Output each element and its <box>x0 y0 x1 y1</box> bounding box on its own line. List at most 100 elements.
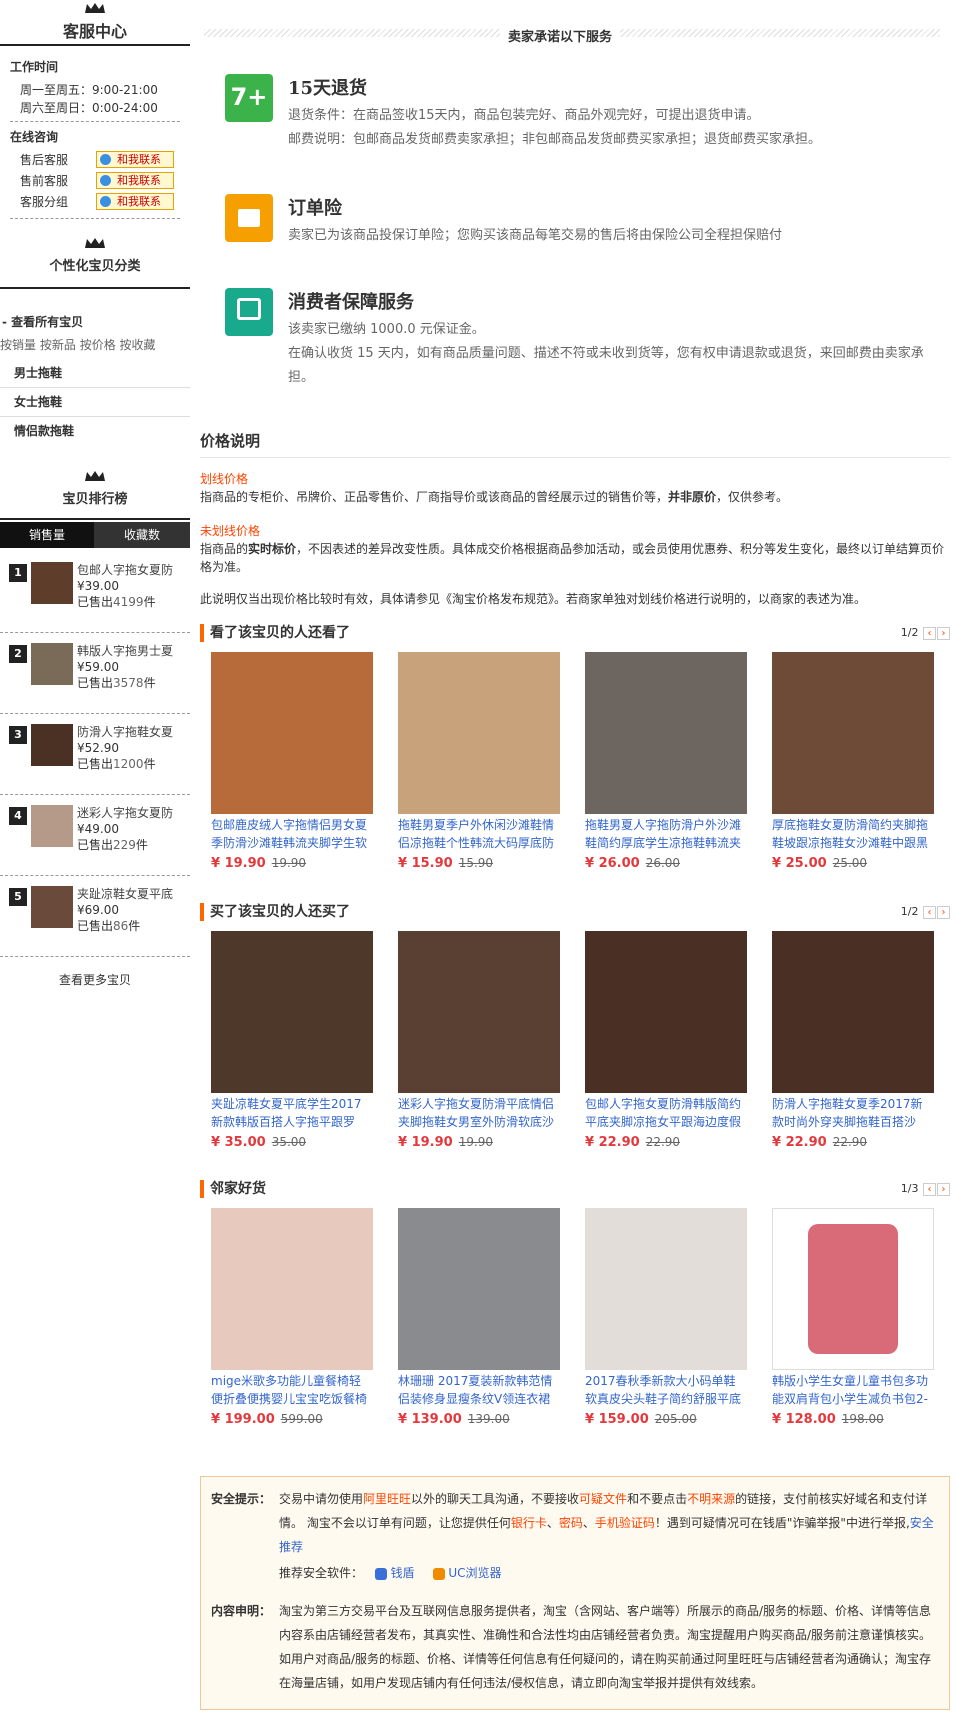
more-items-link[interactable]: 查看更多宝贝 <box>0 957 190 988</box>
page-indicator: 1/2 <box>900 626 919 639</box>
rank-item-title[interactable]: 防滑人字拖鞋女夏 <box>77 724 187 740</box>
original-price: 139.00 <box>467 1412 510 1426</box>
product-name[interactable]: 厚底拖鞋女夏防滑简约夹脚拖鞋坡跟凉拖鞋女沙滩鞋中跟黑 <box>772 816 934 852</box>
product-card[interactable]: 拖鞋男夏人字拖防滑户外沙滩鞋简约厚底学生凉拖鞋韩流夹 ¥ 26.00 26.00 <box>585 652 747 871</box>
product-price: ¥ 25.00 25.00 <box>772 856 934 871</box>
rank-item-title[interactable]: 韩版人字拖男士夏 <box>77 643 187 659</box>
sort-new-link[interactable]: 按新品 <box>40 338 76 352</box>
rank-item[interactable]: 1 包邮人字拖女夏防 ¥39.00 已售出4199件 <box>0 552 190 633</box>
work-time: 周一至周五：9:00-21:00 周六至周日：0:00-24:00 <box>0 75 190 117</box>
product-name[interactable]: mige米歌多功能儿童餐椅轻便折叠便携婴儿宝宝吃饭餐椅幼 <box>211 1372 373 1408</box>
product-price: ¥ 22.90 22.90 <box>585 1135 747 1150</box>
tip-separator: 、 <box>582 1516 595 1530</box>
product-image[interactable] <box>211 1208 373 1370</box>
product-image[interactable] <box>211 652 373 814</box>
product-card[interactable]: 林珊珊 2017夏装新款韩范情侣装修身显瘦条纹V领连衣裙 ¥ 139.00 139… <box>398 1208 560 1427</box>
current-price: ¥ 19.90 <box>211 856 266 871</box>
rank-item-title[interactable]: 包邮人字拖女夏防 <box>77 562 187 578</box>
category-item-men[interactable]: 男士拖鞋 <box>0 359 190 388</box>
sort-price-link[interactable]: 按价格 <box>80 338 116 352</box>
product-card[interactable]: 迷彩人字拖女夏防滑平底情侣夹脚拖鞋女男室外防滑软底沙 ¥ 19.90 19.90 <box>398 931 560 1150</box>
uc-browser-link[interactable]: UC浏览器 <box>448 1566 501 1580</box>
product-card[interactable]: 防滑人字拖鞋女夏季2017新款时尚外穿夹脚拖鞋百搭沙 ¥ 22.90 22.90 <box>772 931 934 1150</box>
product-image[interactable] <box>211 931 373 1093</box>
product-name[interactable]: 夹趾凉鞋女夏平底学生2017新款韩版百搭人字拖平跟罗 <box>211 1095 373 1131</box>
product-image[interactable] <box>398 652 560 814</box>
next-page-icon[interactable]: › <box>937 1182 950 1196</box>
cs-header: 客服中心 <box>0 0 190 44</box>
product-card[interactable]: 厚底拖鞋女夏防滑简约夹脚拖鞋坡跟凉拖鞋女沙滩鞋中跟黑 ¥ 25.00 25.00 <box>772 652 934 871</box>
product-name[interactable]: 林珊珊 2017夏装新款韩范情侣装修身显瘦条纹V领连衣裙 <box>398 1372 560 1408</box>
service-line: 退货条件：在商品签收15天内，商品包装完好、商品外观完好，可提出退货申请。 <box>288 108 760 123</box>
product-name[interactable]: 拖鞋男夏季户外休闲沙滩鞋情侣凉拖鞋个性韩流大码厚底防 <box>398 816 560 852</box>
page-indicator: 1/2 <box>900 905 919 918</box>
product-card[interactable]: mige米歌多功能儿童餐椅轻便折叠便携婴儿宝宝吃饭餐椅幼 ¥ 199.00 599… <box>211 1208 373 1427</box>
rank-item-sold: 已售出86件 <box>77 918 187 934</box>
category-list: 男士拖鞋 女士拖鞋 情侣款拖鞋 <box>0 359 190 446</box>
insurance-icon <box>225 194 273 242</box>
product-name[interactable]: 防滑人字拖鞋女夏季2017新款时尚外穿夹脚拖鞋百搭沙 <box>772 1095 934 1131</box>
prev-page-icon[interactable]: ‹ <box>923 905 936 919</box>
product-name[interactable]: 包邮鹿皮绒人字拖情侣男女夏季防滑沙滩鞋韩流夹脚学生软 <box>211 816 373 852</box>
section-title: 邻家好货 <box>200 1178 950 1200</box>
all-items-link[interactable]: - 查看所有宝贝 <box>0 289 190 330</box>
product-card[interactable]: 韩版小学生女童儿童书包多功能双肩背包小学生减负书包2- ¥ 128.00 198.… <box>772 1208 934 1427</box>
rank-item[interactable]: 5 夹趾凉鞋女夏平底 ¥69.00 已售出86件 <box>0 876 190 957</box>
safety-tip: 安全提示： 交易中请勿使用阿里旺旺以外的聊天工具沟通，不要接收可疑文件和不要点击… <box>211 1487 939 1559</box>
product-card[interactable]: 包邮人字拖女夏防滑韩版简约平底夹脚凉拖女平跟海边度假 ¥ 22.90 22.90 <box>585 931 747 1150</box>
product-card[interactable]: 2017春秋季新款大小码单鞋软真皮尖头鞋子简约舒服平底小 ¥ 159.00 205… <box>585 1208 747 1427</box>
category-item-couple[interactable]: 情侣款拖鞋 <box>0 417 190 446</box>
next-page-icon[interactable]: › <box>937 626 950 640</box>
prev-page-icon[interactable]: ‹ <box>923 626 936 640</box>
product-image[interactable] <box>585 1208 747 1370</box>
product-image[interactable] <box>398 931 560 1093</box>
product-name[interactable]: 包邮人字拖女夏防滑韩版简约平底夹脚凉拖女平跟海边度假 <box>585 1095 747 1131</box>
product-name[interactable]: 迷彩人字拖女夏防滑平底情侣夹脚拖鞋女男室外防滑软底沙 <box>398 1095 560 1131</box>
note-text: 指商品的 <box>200 542 249 556</box>
product-image[interactable] <box>398 1208 560 1370</box>
product-name[interactable]: 拖鞋男夏人字拖防滑户外沙滩鞋简约厚底学生凉拖鞋韩流夹 <box>585 816 747 852</box>
contact-button[interactable]: 和我联系 <box>96 193 174 210</box>
product-thumb[interactable] <box>31 562 73 604</box>
product-thumb[interactable] <box>31 643 73 685</box>
pager: 1/2 ‹ › <box>901 622 950 644</box>
service-return: 7+ 15天退货 退货条件：在商品签收15天内，商品包装完好、商品外观完好，可提… <box>200 74 950 194</box>
current-price: ¥ 128.00 <box>772 1412 836 1427</box>
product-image[interactable] <box>585 931 747 1093</box>
product-thumb[interactable] <box>31 805 73 847</box>
note-text: 指商品的专柜价、吊牌价、正品零售价、厂商指导价或该商品的曾经展示过的销售价等， <box>200 490 669 504</box>
product-image[interactable] <box>585 652 747 814</box>
sort-fav-link[interactable]: 按收藏 <box>120 338 156 352</box>
cat-title: 个性化宝贝分类 <box>49 259 141 274</box>
product-card[interactable]: 包邮鹿皮绒人字拖情侣男女夏季防滑沙滩鞋韩流夹脚学生软 ¥ 19.90 19.90 <box>211 652 373 871</box>
rank-item[interactable]: 4 迷彩人字拖女夏防 ¥49.00 已售出229件 <box>0 795 190 876</box>
product-thumb[interactable] <box>31 724 73 766</box>
current-price: ¥ 199.00 <box>211 1412 275 1427</box>
next-page-icon[interactable]: › <box>937 905 950 919</box>
price-rule-note: 此说明仅当出现价格比较时有效，具体请参见《淘宝价格发布规范》。若商家单独对划线价… <box>200 592 867 606</box>
category-item-women[interactable]: 女士拖鞋 <box>0 388 190 417</box>
all-items-label: 查看所有宝贝 <box>11 315 84 329</box>
product-image[interactable] <box>772 931 934 1093</box>
cs-row-aftersale: 售后客服 和我联系 <box>0 149 190 170</box>
product-image[interactable] <box>772 652 934 814</box>
service-line: 卖家已为该商品投保订单险；您购买该商品每笔交易的售后将由保险公司全程担保赔付 <box>288 228 783 243</box>
product-name[interactable]: 韩版小学生女童儿童书包多功能双肩背包小学生减负书包2- <box>772 1372 934 1408</box>
work-time-weekday: 周一至周五：9:00-21:00 <box>20 83 158 97</box>
qiandun-link[interactable]: 钱盾 <box>391 1566 415 1580</box>
contact-button[interactable]: 和我联系 <box>96 151 174 168</box>
rank-item[interactable]: 3 防滑人字拖鞋女夏 ¥52.90 已售出1200件 <box>0 714 190 795</box>
sort-sales-link[interactable]: 按销量 <box>0 338 36 352</box>
product-thumb[interactable] <box>31 886 73 928</box>
rank-item-title[interactable]: 夹趾凉鞋女夏平底 <box>77 886 187 902</box>
rank-item-title[interactable]: 迷彩人字拖女夏防 <box>77 805 187 821</box>
service-line: 该卖家已缴纳 1000.0 元保证金。 <box>288 322 485 337</box>
product-name[interactable]: 2017春秋季新款大小码单鞋软真皮尖头鞋子简约舒服平底小 <box>585 1372 747 1408</box>
sold-count: 229 <box>113 838 136 852</box>
product-card[interactable]: 夹趾凉鞋女夏平底学生2017新款韩版百搭人字拖平跟罗 ¥ 35.00 35.00 <box>211 931 373 1150</box>
prev-page-icon[interactable]: ‹ <box>923 1182 936 1196</box>
contact-button[interactable]: 和我联系 <box>96 172 174 189</box>
rank-item[interactable]: 2 韩版人字拖男士夏 ¥59.00 已售出3578件 <box>0 633 190 714</box>
product-card[interactable]: 拖鞋男夏季户外休闲沙滩鞋情侣凉拖鞋个性韩流大码厚底防 ¥ 15.90 15.90 <box>398 652 560 871</box>
product-image[interactable] <box>772 1208 934 1370</box>
